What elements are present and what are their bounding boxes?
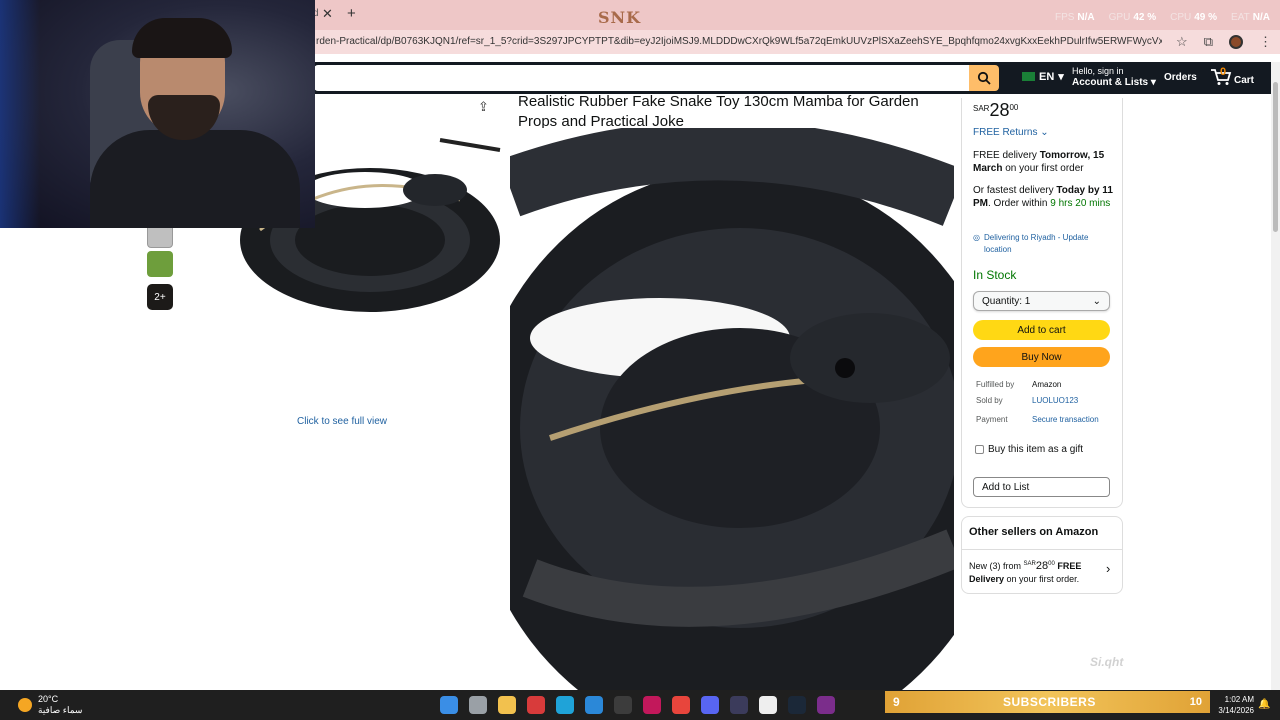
product-title: Realistic Rubber Fake Snake Toy 130cm Ma… (518, 93, 919, 130)
chevron-down-icon: ▾ (1058, 71, 1064, 83)
search-button[interactable] (969, 65, 999, 91)
app-red-icon[interactable] (527, 696, 545, 714)
tab-close-icon[interactable]: ✕ (322, 6, 333, 22)
payment-row: Payment Secure transaction (976, 415, 1099, 424)
notification-icon[interactable]: 🔔 (1258, 699, 1270, 710)
gift-checkbox[interactable] (975, 445, 984, 454)
scrollbar-thumb[interactable] (1273, 82, 1278, 232)
streamer-logo: SNK (598, 8, 642, 27)
subscriber-label: SUBSCRIBERS (1003, 695, 1096, 709)
address-bar-icons: ☆ ⧉ ⋮ (1176, 34, 1272, 50)
account-greeting: Hello, sign in (1072, 66, 1124, 76)
delivery-info: FREE delivery Tomorrow, 15 March on your… (973, 150, 1105, 174)
other-sellers-offer[interactable]: New (3) from SAR2800 FREE Delivery on yo… (969, 558, 1099, 586)
performance-stats: FPS N/A GPU 42 % CPU 49 % EAT N/A (1055, 12, 1270, 23)
secure-transaction-link[interactable]: Secure transaction (1032, 415, 1099, 424)
task-view-icon[interactable] (469, 696, 487, 714)
add-to-cart-button[interactable]: Add to cart (973, 320, 1110, 340)
taskbar-apps (440, 696, 835, 714)
account-lists-label: Account & Lists (1072, 77, 1149, 88)
add-to-list-button[interactable]: Add to List (973, 477, 1110, 497)
language-selector[interactable]: EN ▾ (1022, 70, 1064, 83)
sold-by-row: Sold by LUOLUO123 (976, 396, 1079, 405)
weather-icon (18, 698, 32, 712)
stat-fps: FPS N/A (1054, 12, 1095, 23)
flag-icon (1022, 72, 1035, 81)
capcut-icon[interactable] (759, 696, 777, 714)
bookmark-star-icon[interactable]: ☆ (1176, 34, 1188, 50)
search-input[interactable] (314, 65, 970, 91)
screen: d ✕ + SNK FPS N/A GPU 42 % CPU 49 % EAT N/A … (0, 0, 1280, 720)
search-icon (977, 71, 991, 85)
account-menu[interactable]: Hello, sign in Account & Lists ▾ (1072, 65, 1156, 89)
app-purple-icon[interactable] (817, 696, 835, 714)
stat-gpu: GPU 42 % (1108, 12, 1157, 23)
divider (961, 549, 1123, 550)
free-returns-link[interactable]: FREE Returns ⌄ (973, 127, 1049, 138)
windows-start-icon[interactable] (440, 696, 458, 714)
adobe-icon[interactable] (643, 696, 661, 714)
obs-icon[interactable] (614, 696, 632, 714)
fastest-delivery-info: Or fastest delivery Today by 11 PM. Orde… (973, 185, 1113, 209)
new-tab-button[interactable]: + (347, 5, 356, 22)
browser-menu-icon[interactable]: ⋮ (1259, 34, 1272, 50)
store-icon[interactable] (585, 696, 603, 714)
other-sellers-title: Other sellers on Amazon (969, 526, 1099, 538)
steam-icon[interactable] (788, 696, 806, 714)
stat-eat: EAT N/A (1231, 12, 1270, 23)
more-images-thumbnail[interactable]: 2+ (147, 284, 173, 310)
system-clock[interactable]: 1:02 AM 3/14/2026 (1212, 694, 1254, 716)
chevron-down-icon: ⌄ (1040, 127, 1049, 138)
chrome-icon[interactable] (672, 696, 690, 714)
location-pin-icon: ◎ (973, 233, 980, 242)
subscriber-goal-bar: 9 SUBSCRIBERS 10 (885, 691, 1210, 713)
extensions-icon[interactable]: ⧉ (1204, 34, 1213, 50)
price: SAR 28 00 (973, 100, 1019, 120)
seller-link[interactable]: LUOLUO123 (1032, 396, 1078, 405)
stock-status: In Stock (973, 268, 1017, 282)
subscriber-goal: 10 (1189, 696, 1202, 708)
quantity-select[interactable]: Quantity: 1 ⌄ (973, 291, 1110, 311)
gift-option[interactable]: Buy this item as a gift (975, 444, 1083, 455)
scrollbar[interactable] (1271, 62, 1280, 690)
webcam-overlay (0, 0, 315, 228)
thumbnail-image[interactable] (147, 251, 173, 277)
temperature: 20°C (38, 694, 59, 704)
delivery-location-link[interactable]: ◎ Delivering to Riyadh - Update location (973, 232, 1113, 256)
share-icon[interactable]: ⇪ (478, 99, 489, 115)
weather-widget[interactable]: 20°C سماء صافية (18, 694, 82, 716)
cart-count: 0 (1220, 66, 1227, 78)
watermark: Si.qht (1090, 655, 1124, 669)
fulfilled-by-row: Fulfilled by Amazon (976, 380, 1062, 389)
orders-link[interactable]: Orders (1164, 72, 1197, 83)
chevron-right-icon[interactable]: › (1106, 561, 1110, 576)
full-view-link[interactable]: Click to see full view (297, 416, 387, 427)
subscriber-count: 9 (893, 695, 900, 709)
chevron-down-icon: ⌄ (1092, 296, 1101, 307)
url-field[interactable]: rden-Practical/dp/B0763KJQN1/ref=sr_1_5?… (316, 36, 1162, 47)
discord-icon[interactable] (701, 696, 719, 714)
profile-avatar[interactable] (1229, 35, 1243, 49)
buy-now-button[interactable]: Buy Now (973, 347, 1110, 367)
weather-description: سماء صافية (38, 705, 83, 715)
product-zoom-image (510, 128, 954, 690)
stat-cpu: CPU 49 % (1170, 12, 1218, 23)
edge-icon[interactable] (556, 696, 574, 714)
cart-button[interactable]: 0 Cart (1210, 66, 1255, 86)
file-explorer-icon[interactable] (498, 696, 516, 714)
cart-label: Cart (1234, 75, 1255, 86)
media-icon[interactable] (730, 696, 748, 714)
